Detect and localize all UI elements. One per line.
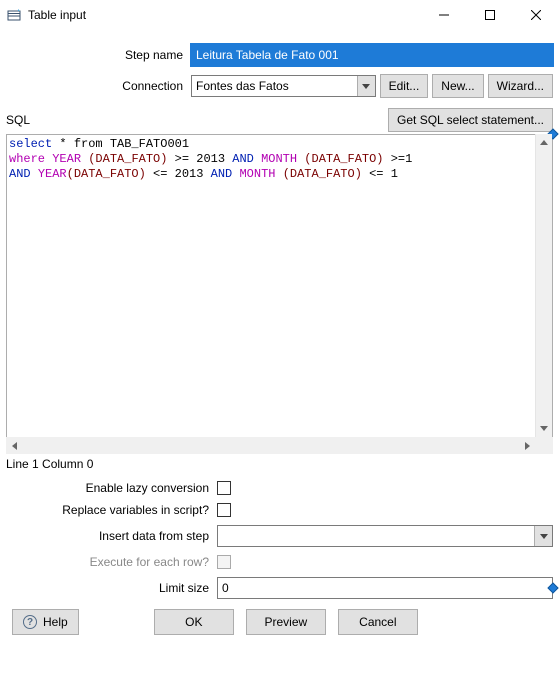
replace-vars-checkbox[interactable]: [217, 503, 231, 517]
vertical-scrollbar[interactable]: [535, 134, 552, 437]
window-title: Table input: [28, 8, 421, 22]
replace-vars-label: Replace variables in script?: [6, 503, 217, 517]
horizontal-scrollbar[interactable]: [6, 437, 553, 454]
minimize-button[interactable]: [421, 0, 467, 30]
dialog-window: Table input Step name Connection Fontes …: [0, 0, 559, 690]
ok-button[interactable]: OK: [154, 609, 234, 635]
maximize-button[interactable]: [467, 0, 513, 30]
get-sql-statement-button[interactable]: Get SQL select statement...: [388, 108, 553, 132]
help-icon: ?: [23, 615, 37, 629]
wizard-button[interactable]: Wizard...: [488, 74, 553, 98]
new-connection-button[interactable]: New...: [432, 74, 483, 98]
insert-from-step-label: Insert data from step: [6, 529, 217, 543]
scroll-down-icon[interactable]: [536, 420, 552, 437]
step-name-label: Step name: [6, 48, 191, 62]
sql-editor[interactable]: select * from TAB_FATO001 where YEAR (DA…: [6, 134, 553, 454]
connection-value: Fontes das Fatos: [196, 79, 289, 93]
insert-from-step-select[interactable]: [217, 525, 553, 547]
scroll-up-icon[interactable]: [536, 134, 552, 151]
editor-status-line: Line 1 Column 0: [6, 454, 553, 477]
titlebar: Table input: [0, 0, 559, 30]
each-row-checkbox: [217, 555, 231, 569]
app-icon: [6, 7, 22, 23]
chevron-down-icon: [357, 76, 375, 96]
scroll-corner: [536, 437, 553, 454]
limit-size-input[interactable]: [217, 577, 553, 599]
help-label: Help: [43, 615, 68, 629]
scroll-right-icon[interactable]: [519, 437, 536, 454]
close-button[interactable]: [513, 0, 559, 30]
preview-button[interactable]: Preview: [246, 609, 326, 635]
step-name-input[interactable]: [191, 44, 553, 66]
chevron-down-icon: [534, 526, 552, 546]
connection-label: Connection: [6, 79, 191, 93]
cancel-button[interactable]: Cancel: [338, 609, 418, 635]
sql-label: SQL: [6, 113, 388, 127]
connection-select[interactable]: Fontes das Fatos: [191, 75, 376, 97]
lazy-conversion-checkbox[interactable]: [217, 481, 231, 495]
each-row-label: Execute for each row?: [6, 555, 217, 569]
help-button[interactable]: ? Help: [12, 609, 79, 635]
limit-size-label: Limit size: [6, 581, 217, 595]
lazy-conversion-label: Enable lazy conversion: [6, 481, 217, 495]
content-area: Step name Connection Fontes das Fatos Ed…: [0, 30, 559, 690]
sql-editor-frame: select * from TAB_FATO001 where YEAR (DA…: [6, 134, 553, 454]
edit-connection-button[interactable]: Edit...: [380, 74, 429, 98]
scroll-left-icon[interactable]: [6, 437, 23, 454]
